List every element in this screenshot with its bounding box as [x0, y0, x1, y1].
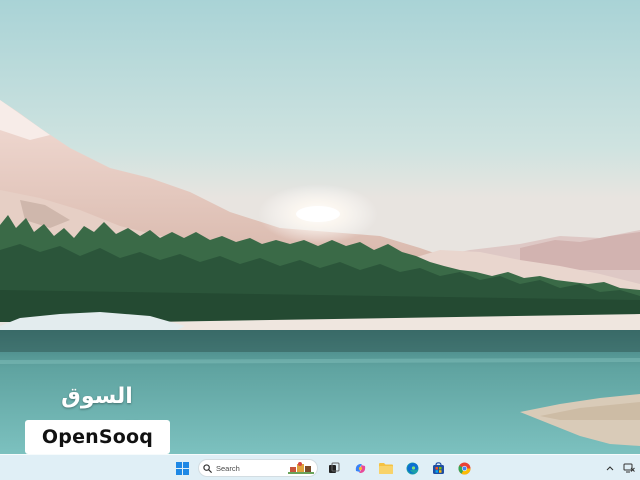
watermark-latin-text: OpenSooq	[25, 420, 170, 454]
chrome-icon	[457, 462, 470, 475]
copilot-icon	[355, 463, 365, 473]
watermark-arabic-text: السوق المفتوح	[54, 384, 139, 443]
folder-icon	[379, 463, 393, 474]
taskbar: Search	[0, 454, 640, 480]
desktop[interactable]: السوق المفتوح OpenSooq	[0, 0, 640, 454]
edge-browser-icon	[406, 462, 418, 474]
taskbar-search-box[interactable]: Search	[198, 459, 318, 477]
show-hidden-icons-button[interactable]	[604, 460, 616, 476]
search-highlight-illustration-icon	[288, 462, 314, 474]
network-status-button[interactable]	[622, 460, 636, 476]
opensooq-watermark-logo: السوق المفتوح OpenSooq	[22, 380, 172, 454]
store-button[interactable]	[428, 458, 448, 478]
chevron-up-icon	[606, 466, 614, 471]
task-view-icon	[329, 462, 340, 473]
copilot-button[interactable]	[350, 458, 370, 478]
network-disconnected-icon	[623, 463, 635, 473]
task-view-button[interactable]	[324, 458, 344, 478]
edge-browser-button[interactable]	[402, 458, 422, 478]
chrome-browser-button[interactable]	[454, 458, 474, 478]
search-label: Search	[216, 463, 240, 473]
start-button[interactable]	[172, 458, 192, 478]
system-tray	[604, 455, 636, 480]
search-icon	[203, 463, 212, 473]
windows-start-icon	[175, 461, 189, 475]
taskbar-center-group: Search	[172, 455, 474, 480]
file-explorer-button[interactable]	[376, 458, 396, 478]
store-icon	[432, 461, 444, 474]
